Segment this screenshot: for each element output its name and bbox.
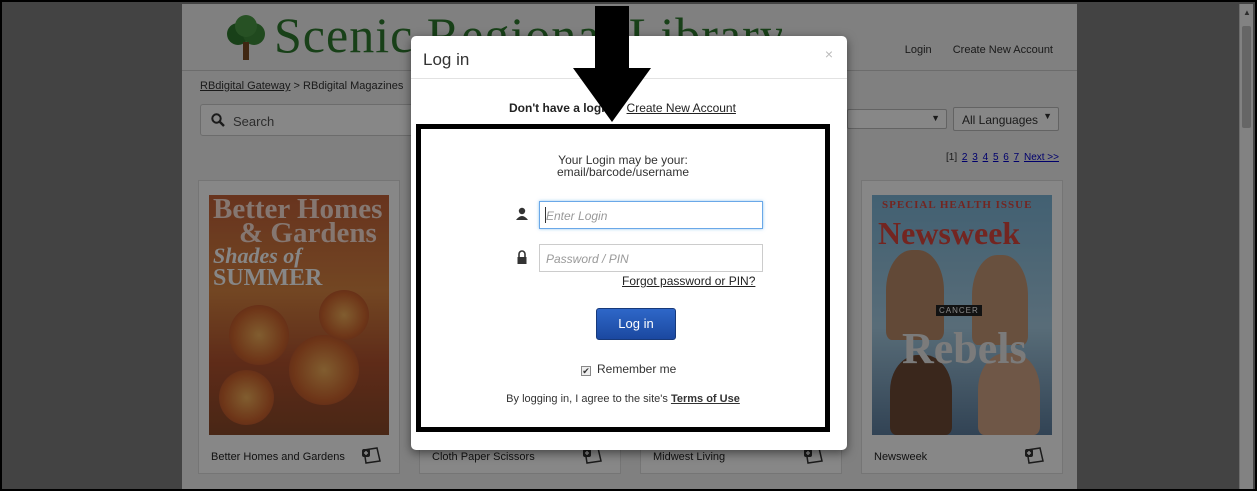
login-placeholder: Enter Login [546,209,608,223]
login-button[interactable]: Log in [596,308,676,340]
forgot-password-link[interactable]: Forgot password or PIN? [622,274,755,288]
down-arrow-annotation [573,6,651,122]
close-icon[interactable]: × [825,46,833,62]
password-placeholder: Password / PIN [546,252,629,266]
terms-of-use-link[interactable]: Terms of Use [671,393,740,405]
login-input[interactable]: Enter Login [539,201,763,229]
terms-notice: By logging in, I agree to the site's Ter… [421,393,825,405]
login-hint-line2: email/barcode/username [556,165,690,179]
password-input[interactable]: Password / PIN [539,244,763,272]
remember-me-label: Remember me [597,362,677,376]
remember-me-row[interactable]: ✔ Remember me [581,362,676,376]
highlight-box: Your Login may be your: email/barcode/us… [416,124,830,432]
terms-prefix: By logging in, I agree to the site's [506,393,671,405]
user-icon [516,207,528,220]
dialog-title: Log in [423,50,470,69]
lock-icon [517,250,527,264]
screenshot-frame: Scenic Regional Library Login Create New… [0,0,1257,491]
remember-me-checkbox[interactable]: ✔ [581,366,591,376]
